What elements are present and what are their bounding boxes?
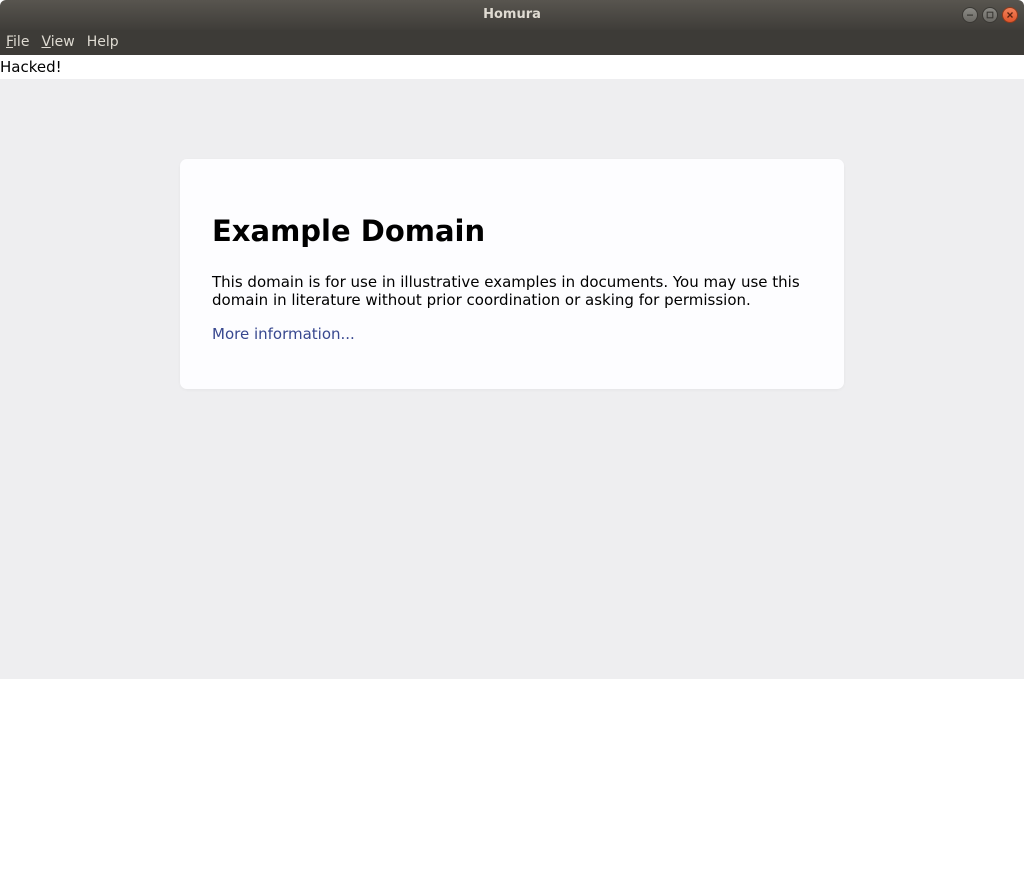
maximize-icon	[986, 11, 994, 19]
app-window: Homura File View Help Hacked! Example Do…	[0, 0, 1024, 877]
window-title: Homura	[483, 7, 541, 22]
more-info-paragraph: More information...	[212, 325, 812, 343]
title-bar[interactable]: Homura	[0, 0, 1024, 30]
content-card: Example Domain This domain is for use in…	[180, 159, 844, 389]
web-view[interactable]: Example Domain This domain is for use in…	[0, 79, 1024, 679]
window-controls	[962, 7, 1018, 23]
menu-file-label: ile	[13, 34, 30, 50]
menu-file[interactable]: File	[0, 30, 35, 55]
menu-file-mnemonic: F	[6, 34, 14, 50]
minimize-icon	[967, 14, 973, 16]
menu-view-label: iew	[50, 34, 75, 50]
close-button[interactable]	[1002, 7, 1018, 23]
menu-help-label: Help	[86, 34, 119, 50]
menu-view-mnemonic: V	[41, 34, 51, 50]
maximize-button[interactable]	[982, 7, 998, 23]
menu-help[interactable]: Help	[81, 30, 125, 55]
page-description: This domain is for use in illustrative e…	[212, 273, 800, 309]
minimize-button[interactable]	[962, 7, 978, 23]
more-information-link[interactable]: More information...	[212, 325, 355, 343]
close-icon	[1007, 12, 1013, 18]
injected-label: Hacked!	[0, 58, 62, 76]
menu-bar: File View Help	[0, 30, 1024, 55]
page-heading: Example Domain	[212, 214, 486, 248]
menu-view[interactable]: View	[35, 30, 80, 55]
